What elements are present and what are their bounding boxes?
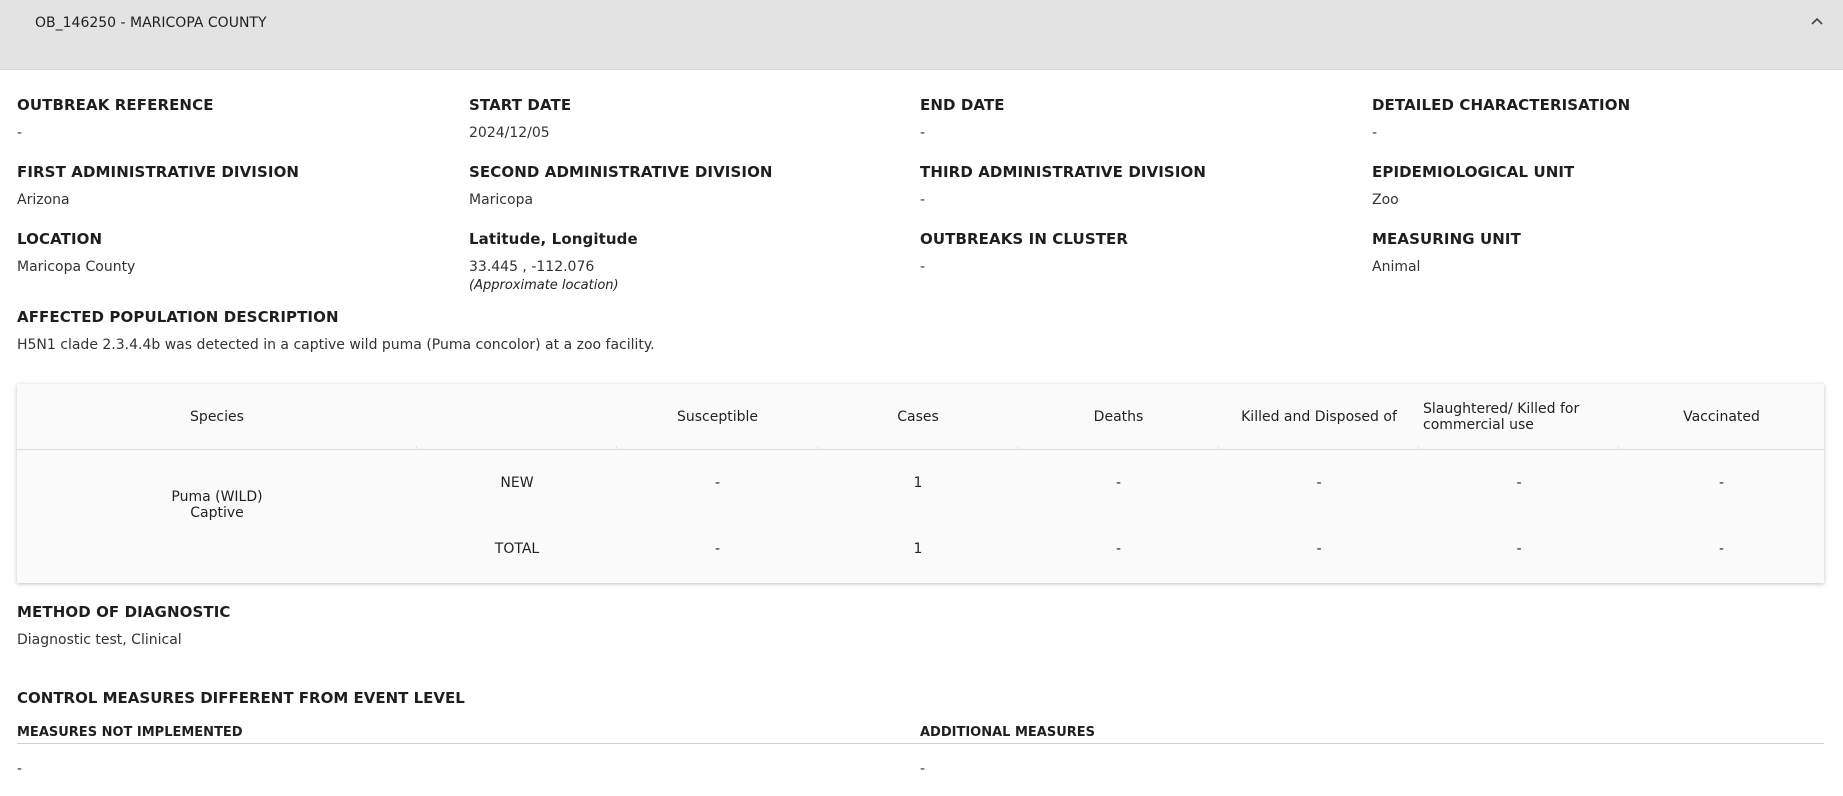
outbreak-panel-title: OB_146250 - MARICOPA COUNTY (35, 15, 267, 31)
chevron-up-icon[interactable] (1805, 10, 1829, 34)
new-deaths: - (1115, 475, 1122, 491)
second-admin-division-field: SECOND ADMINISTRATIVE DIVISION Maricopa (469, 163, 899, 208)
first-admin-division-field: FIRST ADMINISTRATIVE DIVISION Arizona (17, 163, 447, 208)
field-label: THIRD ADMINISTRATIVE DIVISION (920, 163, 1207, 181)
header-deaths: Deaths (1018, 384, 1219, 450)
field-label: MEASURING UNIT (1372, 230, 1521, 248)
species-cell: Puma (WILD) Captive (17, 483, 417, 527)
total-deaths: - (1115, 541, 1122, 557)
start-date-field: START DATE 2024/12/05 (469, 96, 899, 141)
new-vaccinated: - (1718, 475, 1725, 491)
outbreak-panel-header[interactable]: OB_146250 - MARICOPA COUNTY (0, 0, 1843, 70)
measures-not-implemented-value: - (17, 761, 23, 777)
header-species: Species (17, 384, 417, 450)
affected-population-field: AFFECTED POPULATION DESCRIPTION H5N1 cla… (17, 308, 1817, 353)
field-value: Animal (1372, 259, 1421, 275)
header-row-type (417, 384, 617, 450)
header-cases: Cases (818, 384, 1018, 450)
field-value: Maricopa (469, 192, 534, 208)
epidemiological-unit-field: EPIDEMIOLOGICAL UNIT Zoo (1372, 163, 1802, 208)
total-cases: 1 (913, 541, 923, 557)
field-value: - (920, 125, 926, 141)
header-susceptible: Susceptible (617, 384, 818, 450)
field-label: EPIDEMIOLOGICAL UNIT (1372, 163, 1575, 181)
approximate-location-note: (Approximate location) (469, 278, 619, 293)
field-label: Latitude, Longitude (469, 230, 638, 248)
outbreak-reference-field: OUTBREAK REFERENCE - (17, 96, 447, 141)
header-killed-disposed: Killed and Disposed of (1219, 384, 1419, 450)
new-cases: 1 (913, 475, 923, 491)
field-value: - (17, 125, 23, 141)
row-label-total: TOTAL (494, 541, 540, 557)
field-value: 33.445 , -112.076 (469, 259, 595, 275)
new-slaughtered: - (1516, 475, 1522, 491)
table-header-row: Species Susceptible Cases Deaths Killed … (17, 384, 1824, 450)
field-value: 2024/12/05 (469, 125, 550, 141)
field-label: FIRST ADMINISTRATIVE DIVISION (17, 163, 300, 181)
location-field: LOCATION Maricopa County (17, 230, 447, 275)
field-value: Diagnostic test, Clinical (17, 632, 182, 648)
header-vaccinated: Vaccinated (1683, 409, 1760, 425)
field-value: - (920, 192, 926, 208)
field-label: START DATE (469, 96, 572, 114)
lat-long-field: Latitude, Longitude 33.445 , -112.076 (A… (469, 230, 899, 293)
field-value: Maricopa County (17, 259, 136, 275)
total-susceptible: - (714, 541, 721, 557)
measuring-unit-field: MEASURING UNIT Animal (1372, 230, 1802, 275)
method-of-diagnostic-field: METHOD OF DIAGNOSTIC Diagnostic test, Cl… (17, 603, 817, 648)
third-admin-division-field: THIRD ADMINISTRATIVE DIVISION - (920, 163, 1350, 208)
field-label: DETAILED CHARACTERISATION (1372, 96, 1631, 114)
field-label: LOCATION (17, 230, 103, 248)
total-slaughtered: - (1516, 541, 1522, 557)
species-status: Captive (190, 505, 244, 521)
field-value: H5N1 clade 2.3.4.4b was detected in a ca… (17, 337, 655, 353)
field-label: METHOD OF DIAGNOSTIC (17, 603, 231, 621)
header-slaughtered: Slaughtered/ Killed for commercial use (1423, 384, 1619, 450)
additional-measures-value: - (920, 761, 926, 777)
field-value: - (920, 259, 926, 275)
row-label-new: NEW (500, 475, 534, 491)
field-value: Arizona (17, 192, 70, 208)
additional-measures-label: ADDITIONAL MEASURES (920, 725, 1096, 740)
field-label: SECOND ADMINISTRATIVE DIVISION (469, 163, 773, 181)
field-label: AFFECTED POPULATION DESCRIPTION (17, 308, 339, 326)
detailed-characterisation-field: DETAILED CHARACTERISATION - (1372, 96, 1802, 141)
new-susceptible: - (714, 475, 721, 491)
species-table: Species Susceptible Cases Deaths Killed … (17, 384, 1824, 583)
control-measures-title: CONTROL MEASURES DIFFERENT FROM EVENT LE… (17, 689, 465, 707)
measures-not-implemented-label: MEASURES NOT IMPLEMENTED (17, 725, 243, 740)
field-label: END DATE (920, 96, 1005, 114)
field-value: Zoo (1372, 192, 1399, 208)
species-name: Puma (WILD) (171, 489, 263, 505)
divider (920, 743, 1824, 744)
field-value: - (1372, 125, 1378, 141)
end-date-field: END DATE - (920, 96, 1350, 141)
field-label: OUTBREAKS IN CLUSTER (920, 230, 1129, 248)
outbreaks-in-cluster-field: OUTBREAKS IN CLUSTER - (920, 230, 1350, 275)
field-label: OUTBREAK REFERENCE (17, 96, 214, 114)
divider (17, 743, 920, 744)
new-killed-disposed: - (1316, 475, 1322, 491)
total-vaccinated: - (1718, 541, 1725, 557)
total-killed-disposed: - (1316, 541, 1322, 557)
